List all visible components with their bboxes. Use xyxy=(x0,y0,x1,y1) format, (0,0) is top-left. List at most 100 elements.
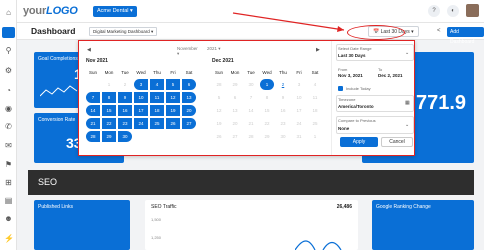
calendar-day[interactable]: 20 xyxy=(182,105,196,116)
calendar-day xyxy=(182,131,196,142)
calendar-day[interactable]: 7 xyxy=(244,92,258,103)
calendar-day[interactable]: 24 xyxy=(292,118,306,129)
calendar-day[interactable]: 4 xyxy=(150,79,164,90)
calendar-day[interactable]: 21 xyxy=(86,118,100,129)
calendar-day[interactable]: 31 xyxy=(292,131,306,142)
prev-month-icon[interactable]: ◀ xyxy=(87,47,91,53)
calendar-day[interactable]: 29 xyxy=(260,131,274,142)
from-field[interactable]: Nov 3, 2021 xyxy=(338,73,363,78)
range-options-panel: Select Date Range Last 30 Days ⌄ From No… xyxy=(331,41,416,155)
calendar-day[interactable]: 14 xyxy=(244,105,258,116)
calendar-day[interactable]: 12 xyxy=(212,105,226,116)
calendar-day[interactable]: 23 xyxy=(118,118,132,129)
calendar-day[interactable]: 3 xyxy=(292,79,306,90)
weekday-label: Thu xyxy=(153,70,161,75)
timezone-label: Timezone xyxy=(338,97,356,102)
calendar-week: 7 8 9 10 11 12 13 xyxy=(86,92,196,103)
next-month-icon[interactable]: ▶ xyxy=(316,47,320,53)
calendar-day[interactable]: 2 xyxy=(276,79,290,90)
calendar-day[interactable]: 3 xyxy=(134,79,148,90)
calendar-day[interactable]: 28 xyxy=(212,79,226,90)
calendar-day[interactable]: 20 xyxy=(228,118,242,129)
weekday-label: Fri xyxy=(296,70,302,75)
calendar-day[interactable]: 21 xyxy=(244,118,258,129)
calendar-day[interactable]: 19 xyxy=(212,118,226,129)
weekday-label: Sun xyxy=(88,70,97,75)
calendar-day[interactable]: 5 xyxy=(212,92,226,103)
calendar-day[interactable]: 17 xyxy=(292,105,306,116)
calendar-day[interactable]: 27 xyxy=(228,131,242,142)
calendar-day[interactable]: 29 xyxy=(102,131,116,142)
calendar-day[interactable]: 25 xyxy=(150,118,164,129)
calendar-day[interactable]: 2 xyxy=(118,79,132,90)
calendar-day[interactable]: 28 xyxy=(86,131,100,142)
calendar-day[interactable]: 13 xyxy=(182,92,196,103)
apply-button[interactable]: Apply xyxy=(340,137,378,147)
calendar-day[interactable]: 27 xyxy=(182,118,196,129)
compare-label: Compare to Previous xyxy=(338,118,376,123)
calendar-day[interactable]: 1 xyxy=(102,79,116,90)
calendar-day[interactable]: 6 xyxy=(228,92,242,103)
calendar-day[interactable]: 8 xyxy=(102,92,116,103)
date-range-picker: ◀ November ▾ Nov 2021 Sun Mon Tue Wed Thu Fri… xyxy=(78,40,415,156)
card-title: Goal Completions xyxy=(38,56,78,62)
to-field[interactable]: Dec 2, 2021 xyxy=(378,73,403,78)
calendar-day[interactable]: 28 xyxy=(244,131,258,142)
calendar-day[interactable]: 15 xyxy=(260,105,274,116)
calendar-day[interactable]: 8 xyxy=(260,92,274,103)
calendar-day[interactable]: 15 xyxy=(102,105,116,116)
calendar-day[interactable]: 11 xyxy=(150,92,164,103)
calendar-day[interactable]: 17 xyxy=(134,105,148,116)
calendar-day xyxy=(134,131,148,142)
calendar-day[interactable]: 10 xyxy=(134,92,148,103)
calendar-day[interactable]: 18 xyxy=(308,105,322,116)
calendar-day[interactable]: 22 xyxy=(260,118,274,129)
calendar-day[interactable]: 22 xyxy=(102,118,116,129)
to-label: To xyxy=(378,67,383,72)
calendar-day[interactable]: 16 xyxy=(118,105,132,116)
calendar-day[interactable]: 1 xyxy=(308,131,322,142)
calendar-day[interactable]: 26 xyxy=(212,131,226,142)
calendar-day[interactable]: 30 xyxy=(276,131,290,142)
year-select[interactable]: 2021 ▾ xyxy=(207,46,221,52)
calendar-day[interactable]: 9 xyxy=(118,92,132,103)
calendar-day[interactable]: 7 xyxy=(86,92,100,103)
month-select[interactable]: November ▾ xyxy=(177,46,198,57)
include-today-checkbox[interactable] xyxy=(338,86,343,91)
cancel-button[interactable]: Cancel xyxy=(381,137,413,147)
calendar-day[interactable]: 11 xyxy=(308,92,322,103)
card-value: 26,486 xyxy=(336,204,352,210)
range-value: Last 30 Days xyxy=(338,53,366,58)
calendar-day[interactable]: 23 xyxy=(276,118,290,129)
calendar-day[interactable]: 29 xyxy=(228,79,242,90)
calendar-day[interactable]: 14 xyxy=(86,105,100,116)
calendar-day[interactable]: 18 xyxy=(150,105,164,116)
weekday-label: Sun xyxy=(214,70,223,75)
calendar-day[interactable]: 30 xyxy=(244,79,258,90)
calendar-day[interactable]: 4 xyxy=(308,79,322,90)
calendar-day[interactable]: 12 xyxy=(166,92,180,103)
weekday-header: Sun Mon Tue Wed Thu Fri Sat xyxy=(86,70,196,75)
calendar-day xyxy=(150,131,164,142)
calendar-day[interactable]: 1 xyxy=(260,79,274,90)
calendar-day[interactable]: 9 xyxy=(276,92,290,103)
seo-traffic-card: SEO Traffic 26,486 1,500 1,250 xyxy=(145,200,358,250)
timezone-value: America/Toronto xyxy=(338,104,374,109)
calendar-day[interactable]: 30 xyxy=(118,131,132,142)
calendar-day[interactable]: 24 xyxy=(134,118,148,129)
weekday-header: Sun Mon Tue Wed Thu Fri Sat xyxy=(212,70,322,75)
calendar-day[interactable]: 6 xyxy=(182,79,196,90)
compare-value: None xyxy=(338,126,350,131)
published-links-card: Published Links xyxy=(34,200,130,250)
card-title: Google Ranking Change xyxy=(376,204,431,210)
calendar-day[interactable]: 5 xyxy=(166,79,180,90)
calendar-day[interactable]: 26 xyxy=(166,118,180,129)
calendar-day[interactable]: 13 xyxy=(228,105,242,116)
calendar-day[interactable]: 16 xyxy=(276,105,290,116)
calendar-week: 14 15 16 17 18 19 20 xyxy=(86,105,196,116)
calendar-day[interactable]: 19 xyxy=(166,105,180,116)
calendar-week: 28 29 30 xyxy=(86,131,196,142)
calendar-day[interactable]: 10 xyxy=(292,92,306,103)
traffic-line xyxy=(295,240,342,250)
calendar-day[interactable]: 25 xyxy=(308,118,322,129)
